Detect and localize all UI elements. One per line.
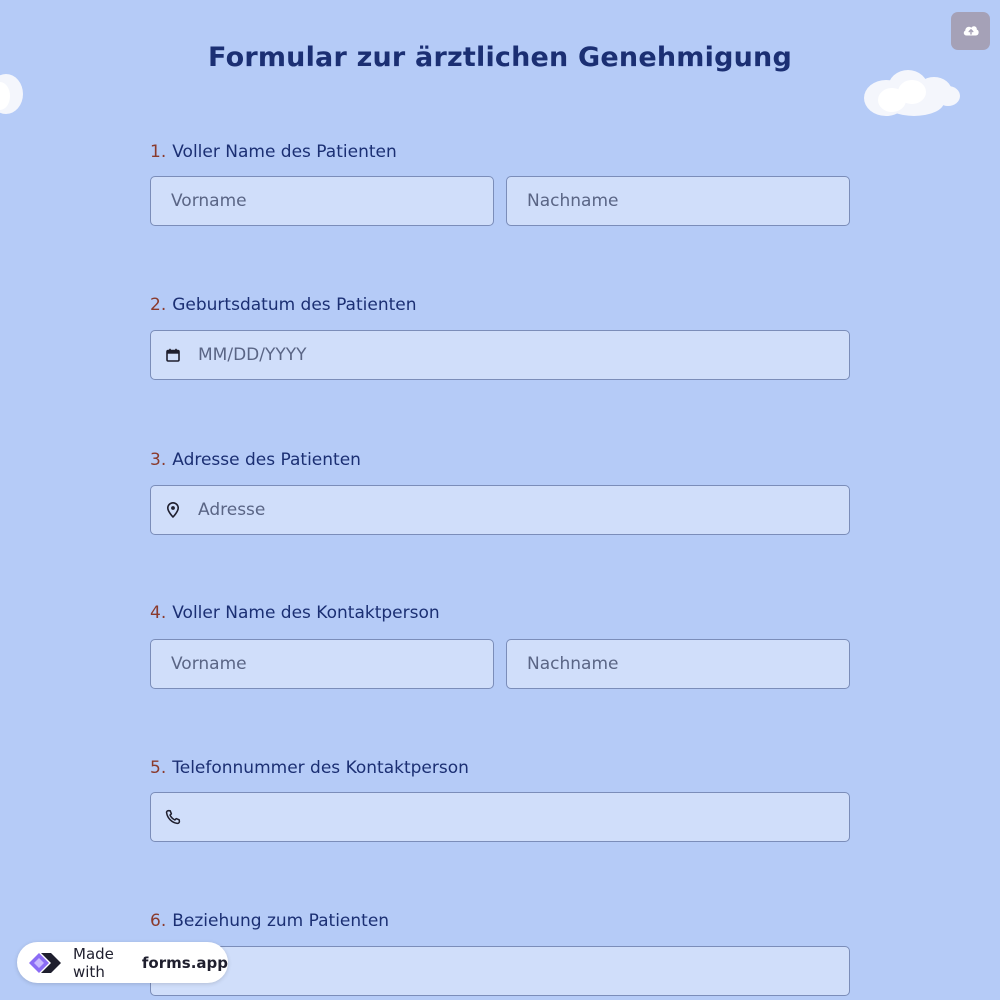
input-placeholder: Adresse (198, 500, 266, 520)
question-number: 3. (150, 450, 167, 470)
cloud-decoration-right (862, 66, 962, 126)
question-label: 6. Beziehung zum Patienten (150, 910, 850, 932)
question-number: 4. (150, 603, 167, 623)
relationship-input[interactable] (150, 946, 850, 996)
question-number: 6. (150, 911, 167, 931)
patient-address-input[interactable]: Adresse (150, 485, 850, 535)
phone-icon (165, 809, 181, 825)
question-contact-full-name: 4. Voller Name des Kontaktperson Vorname … (150, 602, 850, 689)
contact-phone-input[interactable] (150, 792, 850, 842)
map-pin-icon (165, 502, 181, 518)
form-title: Formular zur ärztlichen Genehmigung (208, 42, 792, 73)
question-number: 5. (150, 758, 167, 778)
input-placeholder: Nachname (527, 191, 619, 211)
question-text: Voller Name des Patienten (172, 142, 397, 162)
badge-brand: forms.app (141, 953, 228, 972)
question-label: 3. Adresse des Patienten (150, 449, 850, 471)
calendar-icon (165, 347, 181, 363)
patient-birthdate-input[interactable]: MM/DD/YYYY (150, 330, 850, 380)
question-text: Voller Name des Kontaktperson (172, 603, 440, 623)
made-with-forms-app-badge[interactable]: Made with forms.app (17, 942, 228, 983)
question-number: 2. (150, 295, 167, 315)
question-label: 5. Telefonnummer des Kontaktperson (150, 757, 850, 779)
input-placeholder: MM/DD/YYYY (198, 345, 307, 365)
question-label: 2. Geburtsdatum des Patienten (150, 294, 850, 316)
question-label: 4. Voller Name des Kontaktperson (150, 602, 850, 624)
forms-app-logo-icon (26, 947, 66, 979)
cloud-upload-icon (962, 22, 980, 41)
question-patient-full-name: 1. Voller Name des Patienten Vorname Nach… (150, 141, 850, 226)
question-text: Geburtsdatum des Patienten (172, 295, 417, 315)
question-relationship: 6. Beziehung zum Patienten (150, 910, 850, 996)
question-patient-birthdate: 2. Geburtsdatum des Patienten MM/DD/YYYY (150, 294, 850, 380)
question-contact-phone: 5. Telefonnummer des Kontaktperson (150, 757, 850, 842)
input-placeholder: Nachname (527, 654, 619, 674)
patient-first-name-input[interactable]: Vorname (150, 176, 494, 226)
badge-prefix: Made with (73, 944, 114, 981)
contact-first-name-input[interactable]: Vorname (150, 639, 494, 689)
question-patient-address: 3. Adresse des Patienten Adresse (150, 449, 850, 535)
question-text: Beziehung zum Patienten (172, 911, 390, 931)
input-placeholder: Vorname (171, 654, 247, 674)
input-placeholder: Vorname (171, 191, 247, 211)
patient-last-name-input[interactable]: Nachname (506, 176, 850, 226)
contact-last-name-input[interactable]: Nachname (506, 639, 850, 689)
question-text: Adresse des Patienten (172, 450, 361, 470)
cloud-decoration-left (0, 68, 26, 128)
question-number: 1. (150, 142, 167, 162)
question-label: 1. Voller Name des Patienten (150, 141, 850, 163)
question-text: Telefonnummer des Kontaktperson (172, 758, 469, 778)
